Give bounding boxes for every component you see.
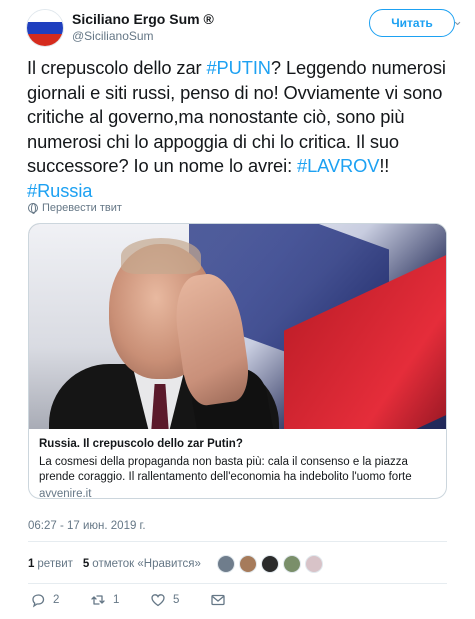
tweet-stats: 1 ретвит 5 отметок «Нравится» <box>28 555 327 573</box>
liker-avatar[interactable] <box>216 555 235 573</box>
avatar[interactable] <box>26 9 64 47</box>
tweet-text: Il crepuscolo dello zar #PUTIN? Leggendo… <box>27 56 457 203</box>
divider <box>28 541 447 542</box>
like-stat[interactable]: 5 отметок «Нравится» <box>83 558 201 570</box>
retweet-button[interactable]: 1 <box>90 592 121 608</box>
liker-avatar[interactable] <box>238 555 257 573</box>
tweet-text-segment: Il crepuscolo dello zar <box>27 57 207 78</box>
card-image[interactable] <box>29 224 446 429</box>
user-names: Siciliano Ergo Sum ® @SicilianoSum <box>72 11 214 44</box>
timestamp[interactable]: 06:27 - 17 июн. 2019 г. <box>28 520 146 532</box>
like-stat-count: 5 <box>82 558 90 570</box>
retweet-stat-count: 1 <box>28 558 35 570</box>
liker-avatar[interactable] <box>304 555 323 573</box>
reply-icon <box>32 594 45 608</box>
likers-avatars <box>216 555 327 573</box>
tweet-text-segment: !! <box>379 155 390 176</box>
divider <box>28 583 447 584</box>
reply-button[interactable]: 2 <box>30 592 61 608</box>
user-handle[interactable]: @SicilianoSum <box>72 28 214 44</box>
like-button[interactable]: 5 <box>150 592 181 608</box>
retweet-stat[interactable]: 1 ретвит <box>28 558 73 570</box>
card-domain: avvenire.it <box>39 488 92 499</box>
like-stat-label: отметок «Нравится» <box>92 558 201 570</box>
globe-icon <box>28 203 38 214</box>
message-button[interactable] <box>210 592 233 608</box>
tweet-actions: 2 1 5 <box>30 592 262 608</box>
chevron-down-icon[interactable]: ⌄ <box>452 13 463 29</box>
translate-tweet[interactable]: Перевести твит <box>28 202 122 214</box>
hashtag-link[interactable]: #Russia <box>27 180 92 201</box>
like-count: 5 <box>173 594 180 606</box>
retweet-count: 1 <box>113 594 120 606</box>
hashtag-link[interactable]: #PUTIN <box>206 57 271 78</box>
liker-avatar[interactable] <box>282 555 301 573</box>
card-body: Russia. Il crepuscolo dello zar Putin? L… <box>29 429 446 499</box>
display-name[interactable]: Siciliano Ergo Sum ® <box>72 11 214 28</box>
card-title[interactable]: Russia. Il crepuscolo dello zar Putin? <box>39 437 436 452</box>
link-card[interactable]: Russia. Il crepuscolo dello zar Putin? L… <box>28 223 447 499</box>
hashtag-link[interactable]: #LAVROV <box>297 155 379 176</box>
card-description: La cosmesi della propaganda non basta pi… <box>39 456 412 483</box>
heart-icon <box>151 594 165 607</box>
retweet-stat-label: ретвит <box>37 558 73 570</box>
tweet-header: Siciliano Ergo Sum ® @SicilianoSum Читат… <box>26 9 463 49</box>
translate-label[interactable]: Перевести твит <box>42 202 122 214</box>
reply-count: 2 <box>53 594 60 606</box>
retweet-icon <box>91 595 105 605</box>
liker-avatar[interactable] <box>260 555 279 573</box>
follow-button[interactable]: Читать <box>369 9 455 37</box>
envelope-icon <box>211 594 225 606</box>
